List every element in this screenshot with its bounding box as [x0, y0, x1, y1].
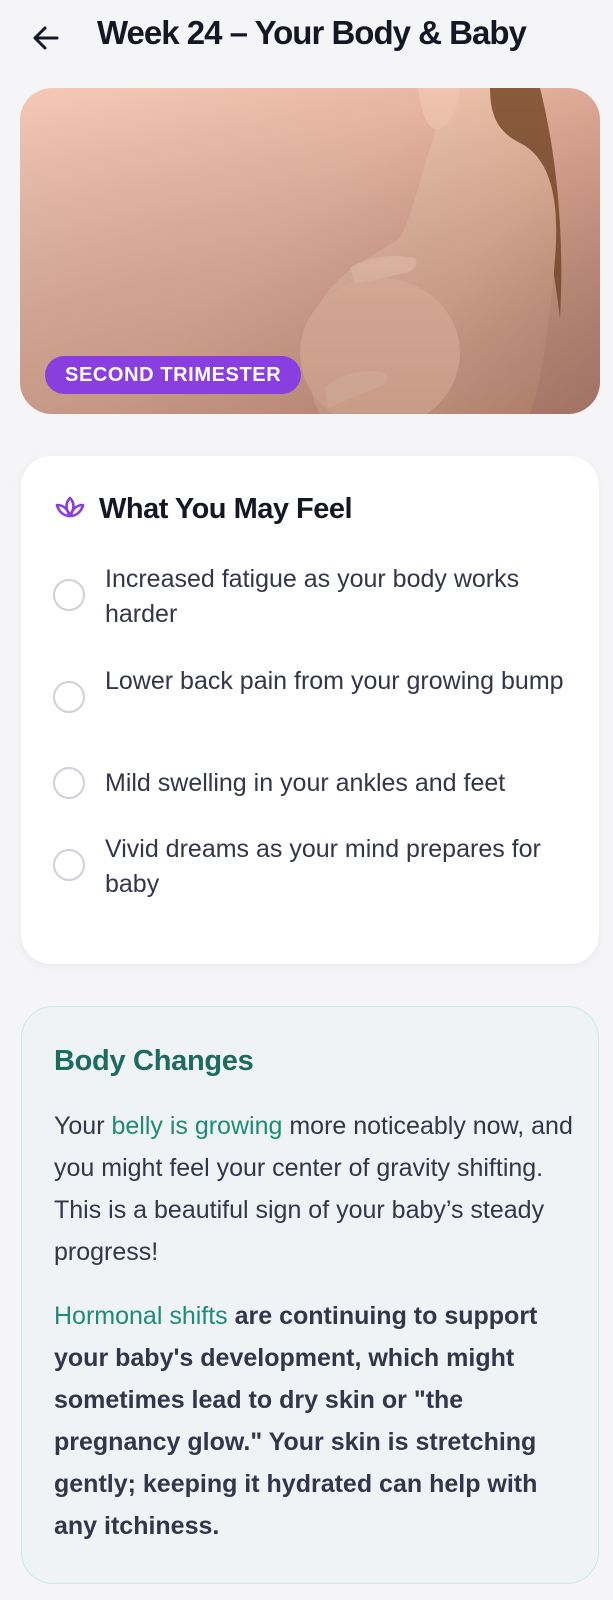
symptom-checkbox[interactable] [53, 579, 85, 611]
body-changes-card: Body Changes Your belly is growing more … [21, 1006, 599, 1584]
what-you-may-feel-card: What You May Feel Increased fatigue as y… [21, 456, 599, 964]
body-changes-paragraph-1: Your belly is growing more noticeably no… [54, 1105, 574, 1273]
symptom-checkbox[interactable] [53, 767, 85, 799]
lotus-icon [53, 492, 87, 526]
feel-card-title: What You May Feel [99, 492, 353, 525]
symptom-item[interactable]: Vivid dreams as your mind prepares for b… [53, 832, 573, 902]
symptom-item[interactable]: Increased fatigue as your body works har… [53, 562, 573, 632]
symptom-item[interactable]: Lower back pain from your growing bump [53, 664, 573, 713]
body-changes-paragraph-2: Hormonal shifts are continuing to suppor… [54, 1295, 579, 1547]
back-button[interactable] [26, 18, 66, 58]
feel-card-header: What You May Feel [53, 492, 353, 526]
page-title: Week 24 – Your Body & Baby [97, 14, 527, 51]
symptom-text: Mild swelling in your ankles and feet [105, 769, 506, 797]
symptom-text: Increased fatigue as your body works har… [105, 565, 520, 628]
hero-image: SECOND TRIMESTER [20, 88, 600, 414]
top-bar: Week 24 – Your Body & Baby [0, 0, 613, 80]
hormonal-shifts-highlight: Hormonal shifts [54, 1302, 228, 1330]
para1-text: Your [54, 1112, 112, 1140]
symptom-checkbox[interactable] [53, 681, 85, 713]
arrow-left-icon [33, 26, 59, 50]
symptom-text: Vivid dreams as your mind prepares for b… [105, 835, 541, 898]
belly-growing-highlight: belly is growing [111, 1112, 283, 1140]
symptom-text: Lower back pain from your growing bump [105, 667, 564, 695]
symptom-checkbox[interactable] [53, 849, 85, 881]
para2-text-rest: are continuing to support your baby's de… [54, 1302, 538, 1540]
body-changes-title: Body Changes [54, 1045, 254, 1077]
symptom-item[interactable]: Mild swelling in your ankles and feet [53, 766, 573, 801]
trimester-badge: SECOND TRIMESTER [45, 356, 302, 394]
week-24-screen: Week 24 – Your Body & Baby SECOND TRIMES… [0, 0, 613, 1600]
